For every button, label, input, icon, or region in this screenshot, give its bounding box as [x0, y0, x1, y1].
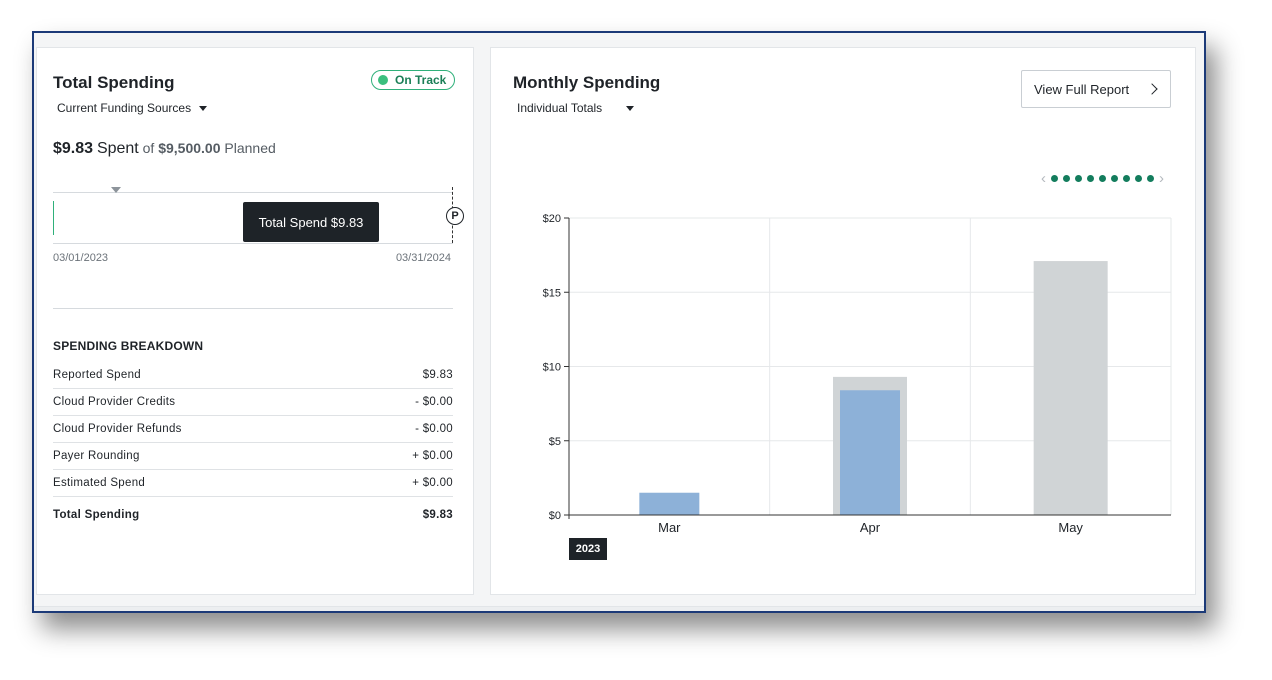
y-tick-label: $20 — [543, 213, 561, 225]
breakdown-row: Cloud Provider Refunds - $0.00 — [53, 416, 453, 443]
planned-word: Planned — [224, 140, 276, 156]
breakdown-label: Payer Rounding — [53, 450, 140, 462]
year-chip: 2023 — [569, 538, 607, 560]
status-badge-label: On Track — [395, 73, 447, 87]
actual-bar — [840, 390, 900, 515]
breakdown-value: + $0.00 — [412, 477, 453, 489]
breakdown-row: Payer Rounding + $0.00 — [53, 443, 453, 470]
planned-marker-icon[interactable]: P — [446, 207, 464, 225]
today-pointer-icon — [111, 187, 121, 193]
breakdown-value: $9.83 — [422, 369, 453, 381]
total-spending-row: Total Spending $9.83 — [53, 497, 453, 533]
status-dot-icon — [378, 75, 388, 85]
spend-progress-fill — [53, 201, 54, 235]
of-word: of — [142, 140, 155, 156]
total-spending-card: Total Spending On Track Current Funding … — [36, 47, 474, 595]
section-divider — [53, 308, 453, 309]
breakdown-row: Reported Spend $9.83 — [53, 362, 453, 389]
spent-word: Spent — [96, 140, 139, 157]
dashboard-frame: Total Spending On Track Current Funding … — [32, 31, 1206, 613]
spent-amount: $9.83 — [53, 140, 94, 157]
breakdown-value: + $0.00 — [412, 450, 453, 462]
forecast-bar — [1033, 261, 1108, 515]
x-tick-label: Mar — [658, 520, 681, 535]
breakdown-label: Estimated Spend — [53, 477, 146, 489]
breakdown-label: Cloud Provider Refunds — [53, 423, 182, 435]
actual-bar — [639, 492, 700, 515]
monthly-spending-card: Monthly Spending Individual Totals View … — [490, 47, 1196, 595]
y-tick-label: $5 — [549, 436, 561, 448]
total-spending-label: Total Spending — [53, 509, 140, 521]
start-date: 03/01/2023 — [53, 252, 109, 264]
breakdown-value: - $0.00 — [415, 396, 453, 408]
breakdown-label: Cloud Provider Credits — [53, 396, 176, 408]
end-date: 03/31/2024 — [395, 252, 451, 264]
breakdown-value: - $0.00 — [415, 423, 453, 435]
spending-breakdown-list: Reported Spend $9.83 Cloud Provider Cred… — [53, 362, 453, 533]
funding-sources-dropdown[interactable]: Current Funding Sources — [57, 101, 208, 115]
breakdown-label: Reported Spend — [53, 369, 141, 381]
x-tick-label: May — [1058, 520, 1083, 535]
caret-down-icon — [199, 105, 208, 111]
monthly-spending-chart: $0 $5 $10 $15 $20 Mar Apr May — [543, 213, 1172, 535]
breakdown-title: SPENDING BREAKDOWN — [53, 339, 204, 353]
total-spending-value: $9.83 — [422, 509, 453, 521]
y-tick-label: $0 — [549, 510, 561, 522]
status-badge: On Track — [371, 70, 456, 90]
planned-amount: $9,500.00 — [158, 140, 221, 156]
total-spending-title: Total Spending — [53, 73, 175, 92]
x-tick-label: Apr — [860, 520, 881, 535]
breakdown-row: Estimated Spend + $0.00 — [53, 470, 453, 497]
total-spend-tooltip: Total Spend $9.83 — [243, 202, 379, 242]
next-row-strip — [34, 606, 1204, 611]
breakdown-row: Cloud Provider Credits - $0.00 — [53, 389, 453, 416]
funding-sources-label: Current Funding Sources — [57, 101, 192, 115]
spent-summary: $9.83 Spent of $9,500.00 Planned — [53, 140, 276, 158]
y-tick-label: $15 — [543, 287, 561, 299]
y-tick-label: $10 — [543, 362, 561, 374]
